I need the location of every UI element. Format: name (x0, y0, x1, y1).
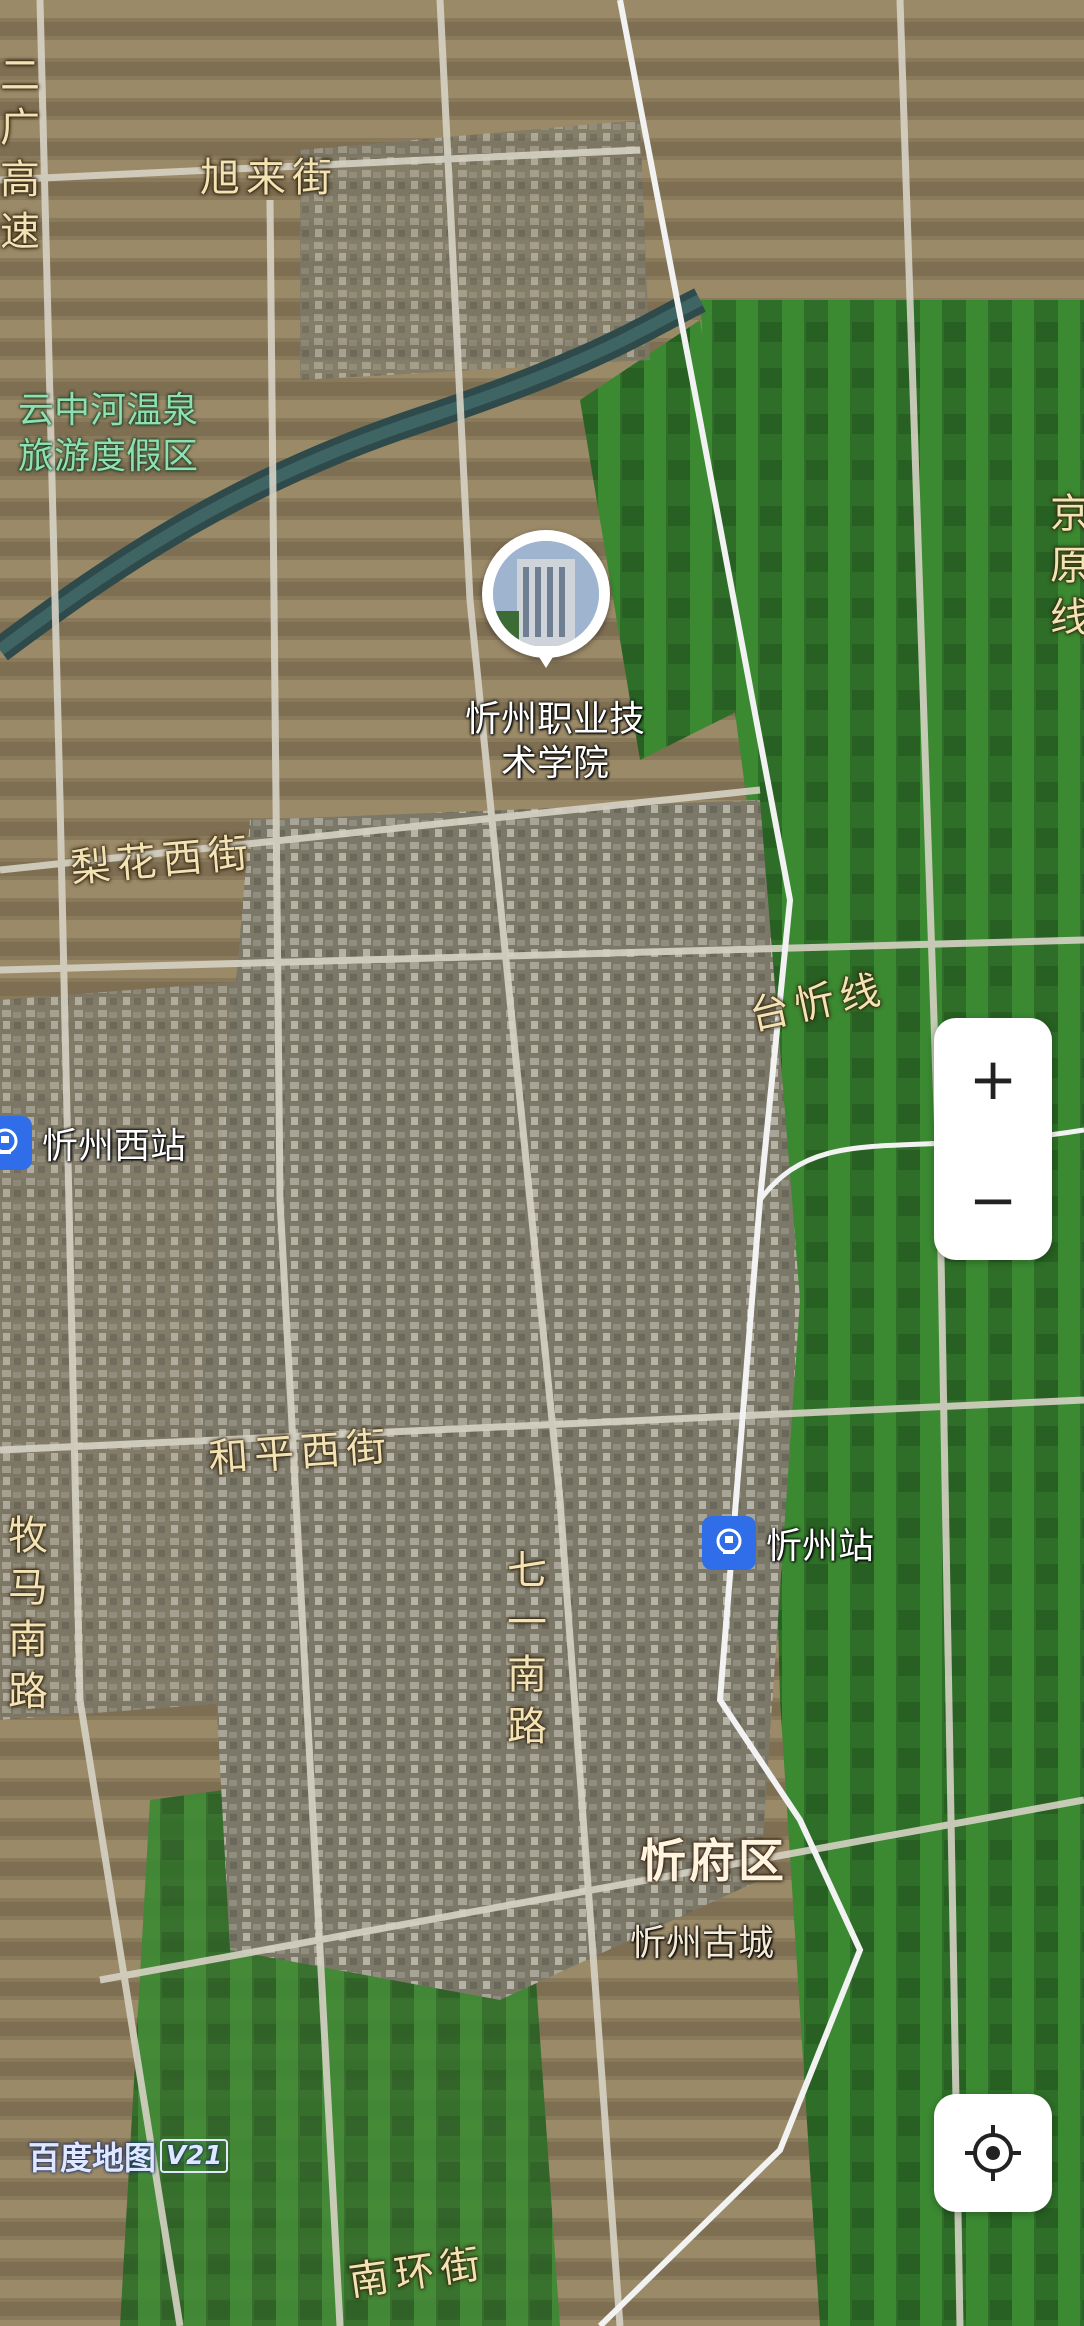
area-label-ancient-city: 忻州古城 (630, 1923, 775, 1964)
station-marker-xinzhou-west[interactable]: 忻州西站 (0, 1116, 186, 1170)
poi-label-college[interactable]: 忻州职业技术学院 (450, 698, 660, 786)
road-label-jingyuan-line: 京原线 (1050, 491, 1084, 641)
baidu-map-logo: 百度地图 V21 (28, 2133, 229, 2179)
road-label-erguang-expressway: 二广高速 (0, 53, 46, 255)
railway-station-icon (702, 1516, 756, 1570)
logo-text: 百度地图 (28, 2139, 157, 2177)
station-marker-xinzhou[interactable]: 忻州站 (702, 1516, 874, 1570)
college-map-pin[interactable] (482, 530, 622, 690)
road-label-muma-south-road: 牧马南路 (8, 1513, 54, 1715)
zoom-in-button[interactable]: + (934, 1018, 1052, 1139)
road-label-qiyi-south-road: 七一南路 (507, 1548, 553, 1750)
area-label-district: 忻府区 (640, 1834, 787, 1888)
zoom-out-button[interactable]: − (934, 1139, 1052, 1260)
logo-version: V21 (160, 2139, 229, 2173)
locate-button[interactable] (934, 2094, 1052, 2212)
pin-bubble (482, 530, 610, 658)
area-label-resort: 云中河温泉旅游度假区 (18, 390, 199, 477)
station-label-west: 忻州西站 (42, 1126, 187, 1167)
locate-icon (965, 2125, 1021, 2181)
pin-tail (532, 646, 560, 668)
zoom-control: + − (934, 1018, 1052, 1260)
road-label-xulai-street: 旭来街 (200, 155, 338, 201)
station-label-main: 忻州站 (766, 1526, 875, 1567)
college-photo (493, 541, 599, 647)
railway-station-icon (0, 1116, 32, 1170)
